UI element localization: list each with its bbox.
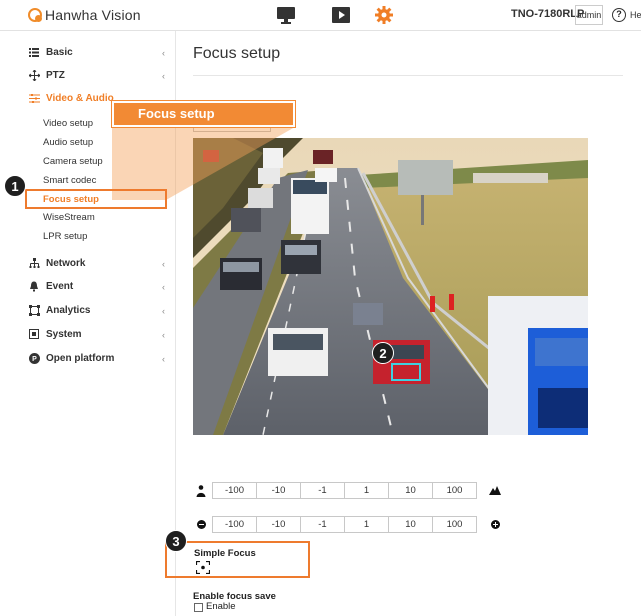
zoom-control-row: -100 -10 -1 1 10 100: [193, 482, 503, 499]
simple-focus-button[interactable]: [195, 560, 211, 575]
step-badge-1: 1: [4, 175, 26, 197]
zoom-minus-10-button[interactable]: -10: [256, 482, 301, 499]
simple-focus-label: Simple Focus: [194, 548, 256, 559]
zoom-plus-100-button[interactable]: 100: [432, 482, 477, 499]
callout-label: Focus setup: [111, 100, 296, 128]
step-badge-3: 3: [165, 530, 187, 552]
focus-minus-10-button[interactable]: -10: [256, 516, 301, 533]
highlight-simple-focus: [165, 541, 310, 578]
zoom-minus-1-button[interactable]: -1: [300, 482, 345, 499]
focus-near-icon: [193, 518, 209, 532]
zoom-minus-100-button[interactable]: -100: [212, 482, 257, 499]
focus-plus-10-button[interactable]: 10: [388, 516, 433, 533]
focus-far-icon: [487, 518, 503, 532]
zoom-plus-1-button[interactable]: 1: [344, 482, 389, 499]
zoom-tele-icon: [487, 484, 503, 498]
enable-checkbox-label[interactable]: Enable: [206, 601, 236, 612]
zoom-plus-10-button[interactable]: 10: [388, 482, 433, 499]
highlight-focus-setup: [25, 189, 167, 209]
step-badge-2: 2: [372, 342, 394, 364]
focus-target-icon: [195, 560, 211, 575]
zoom-wide-icon: [193, 484, 209, 498]
focus-plus-100-button[interactable]: 100: [432, 516, 477, 533]
focus-control-row: -100 -10 -1 1 10 100: [193, 516, 503, 533]
enable-focus-save-checkbox[interactable]: [194, 603, 203, 612]
focus-minus-100-button[interactable]: -100: [212, 516, 257, 533]
focus-plus-1-button[interactable]: 1: [344, 516, 389, 533]
focus-minus-1-button[interactable]: -1: [300, 516, 345, 533]
